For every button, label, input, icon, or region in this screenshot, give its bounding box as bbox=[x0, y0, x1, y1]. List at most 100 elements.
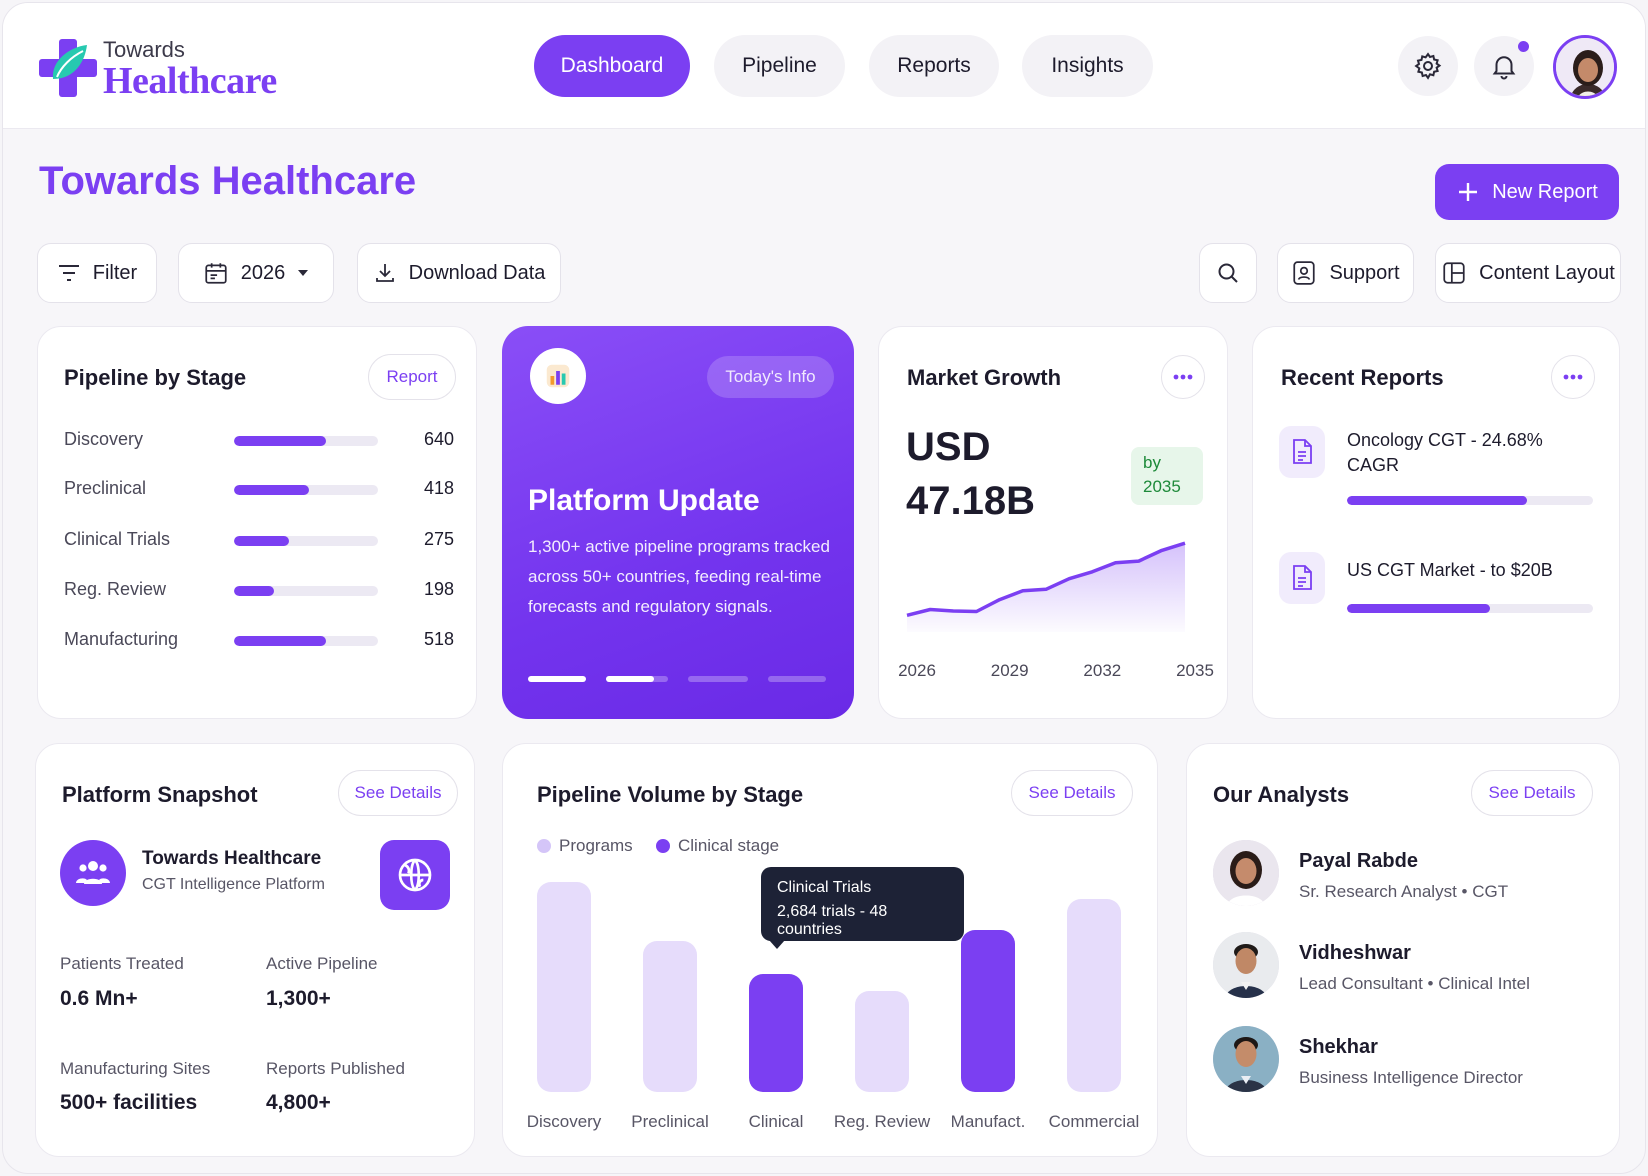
brand-logo[interactable]: Towards Healthcare bbox=[39, 37, 299, 103]
platform-snapshot-card: Platform Snapshot See Details Towards He… bbox=[35, 743, 475, 1157]
page-title: Towards Healthcare bbox=[39, 159, 417, 203]
stage-label: Clinical Trials bbox=[64, 529, 171, 549]
analyst-item[interactable]: Payal Rabde Sr. Research Analyst • CGT bbox=[1213, 840, 1593, 910]
brand-big-text: Healthcare bbox=[103, 60, 277, 102]
x-tick-label: Clinical bbox=[748, 1112, 804, 1131]
card-title: Recent Reports bbox=[1281, 365, 1444, 390]
analyst-item[interactable]: Shekhar Business Intelligence Director bbox=[1213, 1026, 1593, 1096]
legend-label: Programs bbox=[559, 836, 633, 855]
report-progress-fill bbox=[1347, 604, 1490, 613]
analyst-name: Vidheshwar bbox=[1299, 942, 1411, 964]
x-tick-label: Discovery bbox=[526, 1112, 602, 1131]
layout-icon bbox=[1443, 262, 1465, 284]
nav-tab-insights[interactable]: Insights bbox=[1022, 35, 1153, 97]
bar-commercial[interactable] bbox=[1067, 898, 1121, 1092]
year-select[interactable]: 2026 bbox=[178, 243, 334, 303]
legend-swatch-programs bbox=[537, 839, 551, 853]
legend-label: Clinical stage bbox=[678, 836, 780, 855]
bar-clinical[interactable] bbox=[749, 974, 803, 1092]
carousel-indicator-4[interactable] bbox=[768, 676, 826, 682]
tooltip-title: Clinical Trials bbox=[777, 879, 872, 896]
org-subtitle: CGT Intelligence Platform bbox=[142, 876, 325, 893]
our-analysts-card: Our Analysts See Details Payal Rabde Sr.… bbox=[1186, 743, 1620, 1157]
stage-label: Discovery bbox=[64, 429, 144, 449]
bar-preclinical[interactable] bbox=[643, 940, 697, 1092]
report-progress-track bbox=[1347, 496, 1593, 505]
analyst-item[interactable]: Vidheshwar Lead Consultant • Clinical In… bbox=[1213, 932, 1593, 1002]
stage-progress-track bbox=[234, 485, 378, 495]
more-options-button[interactable] bbox=[1551, 355, 1595, 399]
stage-label: Preclinical bbox=[64, 478, 147, 498]
stage-progress-track bbox=[234, 636, 378, 646]
platform-update-card[interactable]: Today's Info Platform Update 1,300+ acti… bbox=[502, 326, 854, 719]
new-report-label: New Report bbox=[1492, 180, 1598, 203]
see-details-button[interactable]: See Details bbox=[1011, 770, 1133, 816]
new-report-button[interactable]: New Report bbox=[1435, 164, 1619, 220]
see-details-button[interactable]: See Details bbox=[1471, 770, 1593, 816]
content-layout-label: Content Layout bbox=[1479, 261, 1615, 284]
stage-row-clinical-trials: Clinical Trials 275 bbox=[64, 525, 454, 555]
nav-tab-reports[interactable]: Reports bbox=[869, 35, 999, 97]
globe-button[interactable] bbox=[380, 840, 450, 910]
content-layout-button[interactable]: Content Layout bbox=[1435, 243, 1621, 303]
card-title: Our Analysts bbox=[1213, 782, 1350, 807]
report-button[interactable]: Report bbox=[368, 354, 456, 400]
card-title: Platform Snapshot bbox=[62, 782, 258, 807]
search-icon bbox=[1218, 263, 1238, 283]
x-tick-label: Reg. Review bbox=[833, 1112, 931, 1131]
search-button[interactable] bbox=[1199, 243, 1257, 303]
stat-label: Patients Treated bbox=[60, 954, 184, 973]
logo-cross-icon bbox=[39, 39, 97, 97]
stage-progress-fill bbox=[234, 485, 309, 495]
carousel-indicator-1[interactable] bbox=[528, 676, 586, 682]
stage-progress-track bbox=[234, 536, 378, 546]
carousel-indicator-3[interactable] bbox=[688, 676, 748, 682]
stat-value: 4,800+ bbox=[266, 1091, 331, 1114]
app-frame: Towards Healthcare Dashboard Pipeline Re… bbox=[2, 2, 1646, 1174]
see-details-button[interactable]: See Details bbox=[338, 770, 458, 816]
x-tick-label: 2029 bbox=[990, 661, 1029, 680]
promo-title: Platform Update bbox=[528, 484, 760, 517]
user-avatar[interactable] bbox=[1553, 35, 1617, 99]
stage-value: 518 bbox=[423, 629, 454, 649]
x-tick-label: Commercial bbox=[1048, 1112, 1140, 1131]
report-item[interactable]: Oncology CGT - 24.68% CAGR bbox=[1279, 426, 1593, 516]
document-icon bbox=[1279, 426, 1325, 478]
todays-info-pill[interactable]: Today's Info bbox=[707, 356, 834, 398]
filter-icon bbox=[58, 265, 79, 281]
support-button[interactable]: Support bbox=[1277, 243, 1414, 303]
stage-value: 198 bbox=[423, 579, 454, 599]
report-item[interactable]: US CGT Market - to $20B bbox=[1279, 552, 1593, 622]
settings-button[interactable] bbox=[1398, 36, 1458, 96]
x-tick-label: Preclinical bbox=[631, 1112, 709, 1131]
stage-row-preclinical: Preclinical 418 bbox=[64, 474, 454, 504]
stage-label: Reg. Review bbox=[64, 579, 167, 599]
analyst-name: Payal Rabde bbox=[1299, 850, 1418, 872]
stage-progress-track bbox=[234, 586, 378, 596]
download-data-button[interactable]: Download Data bbox=[357, 243, 561, 303]
recent-reports-card: Recent Reports Oncology CGT - 24.68% CAG… bbox=[1252, 326, 1620, 719]
nav-tab-dashboard[interactable]: Dashboard bbox=[534, 35, 690, 97]
bar-reg-review[interactable] bbox=[855, 991, 909, 1092]
plus-icon bbox=[1459, 183, 1478, 201]
stat-value: 1,300+ bbox=[266, 987, 331, 1010]
stage-progress-fill bbox=[234, 536, 289, 546]
more-dots-icon bbox=[1563, 374, 1583, 380]
document-icon bbox=[1279, 552, 1325, 604]
filter-button[interactable]: Filter bbox=[37, 243, 157, 303]
stage-progress-fill bbox=[234, 436, 327, 446]
bar-manufact[interactable] bbox=[961, 930, 1015, 1092]
stage-row-manufacturing: Manufacturing 518 bbox=[64, 625, 454, 655]
analyst-name: Shekhar bbox=[1299, 1036, 1378, 1058]
analyst-avatar bbox=[1213, 1026, 1279, 1092]
pipeline-volume-card: Pipeline Volume by Stage See Details Pro… bbox=[502, 743, 1158, 1157]
report-progress-track bbox=[1347, 604, 1593, 613]
nav-tab-pipeline[interactable]: Pipeline bbox=[714, 35, 845, 97]
bar-discovery[interactable] bbox=[537, 882, 591, 1092]
carousel-indicator-2[interactable] bbox=[606, 676, 668, 682]
x-tick-label: 2035 bbox=[1176, 661, 1214, 680]
gear-icon bbox=[1414, 52, 1442, 80]
analyst-avatar bbox=[1213, 840, 1279, 906]
card-title: Pipeline by Stage bbox=[64, 365, 247, 390]
report-title: US CGT Market - to $20B bbox=[1347, 560, 1553, 580]
